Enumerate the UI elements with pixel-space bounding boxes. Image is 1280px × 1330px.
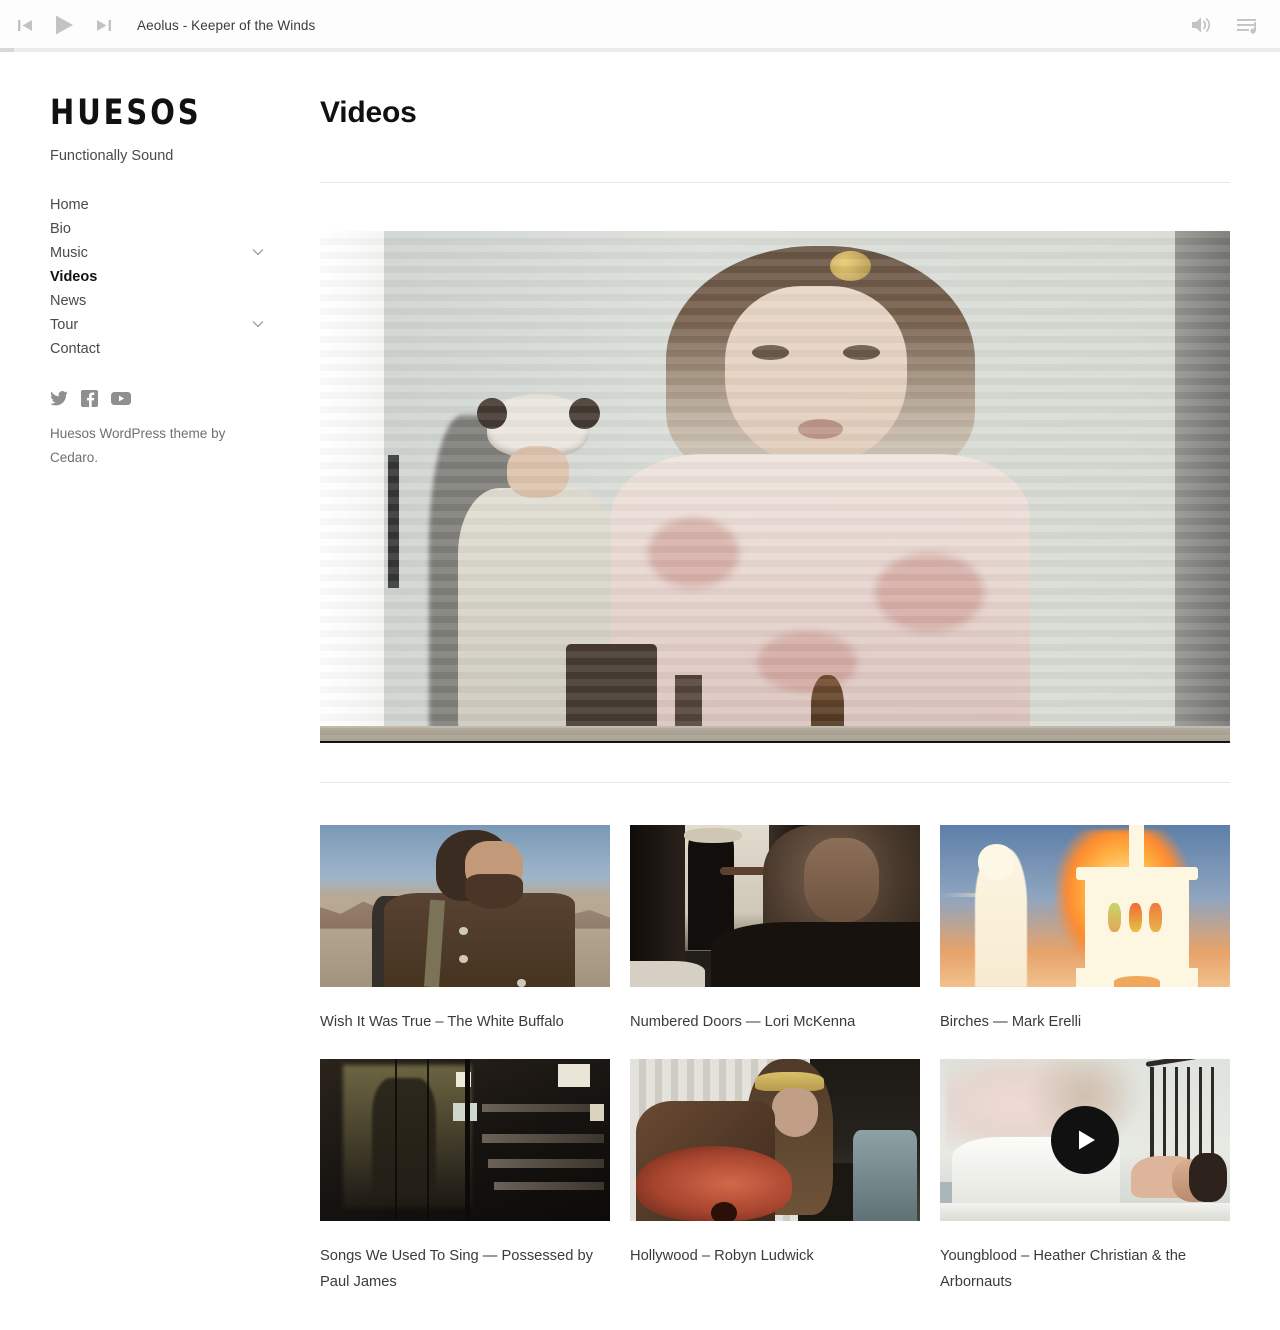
sidebar-item-tour[interactable]: Tour bbox=[50, 313, 265, 337]
chevron-down-icon[interactable] bbox=[251, 317, 265, 331]
nav-label: Videos bbox=[50, 269, 98, 285]
featured-divider bbox=[320, 782, 1230, 783]
playlist-icon[interactable] bbox=[1234, 11, 1262, 39]
main-content: Videos Wish It Was True – The White Buff… bbox=[320, 96, 1230, 1295]
video-card[interactable]: Youngblood – Heather Christian & the Arb… bbox=[940, 1059, 1230, 1295]
theme-credit[interactable]: Huesos WordPress theme by Cedaro. bbox=[50, 422, 240, 470]
video-title[interactable]: Numbered Doors — Lori McKenna bbox=[630, 1009, 920, 1035]
now-playing-title: Aeolus - Keeper of the Winds bbox=[137, 17, 316, 33]
video-card[interactable]: Wish It Was True – The White Buffalo bbox=[320, 825, 610, 1035]
video-title[interactable]: Songs We Used To Sing — Possessed by Pau… bbox=[320, 1243, 610, 1295]
video-title[interactable]: Youngblood – Heather Christian & the Arb… bbox=[940, 1243, 1230, 1295]
nav-label: News bbox=[50, 293, 87, 309]
video-thumbnail[interactable] bbox=[630, 825, 920, 987]
play-overlay-icon[interactable] bbox=[1051, 1106, 1119, 1174]
social-links bbox=[50, 390, 280, 407]
nav-label: Bio bbox=[50, 221, 71, 237]
volume-icon[interactable] bbox=[1188, 11, 1216, 39]
transport-controls bbox=[11, 11, 117, 39]
site-logo[interactable]: HUESOS bbox=[50, 96, 262, 131]
page-title: Videos bbox=[320, 96, 417, 129]
video-grid: Wish It Was True – The White Buffalo Num… bbox=[320, 825, 1230, 1295]
sidebar-item-home[interactable]: Home bbox=[50, 193, 265, 217]
youtube-icon[interactable] bbox=[111, 391, 131, 406]
sidebar: HUESOS Functionally Sound Home Bio Music… bbox=[50, 96, 280, 470]
sidebar-item-videos[interactable]: Videos bbox=[50, 265, 265, 289]
video-card[interactable]: Hollywood – Robyn Ludwick bbox=[630, 1059, 920, 1295]
chevron-down-icon[interactable] bbox=[251, 245, 265, 259]
video-card[interactable]: Numbered Doors — Lori McKenna bbox=[630, 825, 920, 1035]
next-track-button[interactable] bbox=[89, 11, 117, 39]
player-right-controls bbox=[1188, 11, 1262, 39]
playback-progress-bar[interactable] bbox=[0, 48, 1280, 52]
twitter-icon[interactable] bbox=[50, 391, 68, 406]
nav-label: Contact bbox=[50, 341, 100, 357]
nav-label: Home bbox=[50, 197, 89, 213]
title-divider bbox=[320, 182, 1230, 183]
nav-label: Tour bbox=[50, 317, 79, 333]
video-thumbnail[interactable] bbox=[940, 1059, 1230, 1221]
play-button[interactable] bbox=[50, 11, 78, 39]
sidebar-item-bio[interactable]: Bio bbox=[50, 217, 265, 241]
video-thumbnail[interactable] bbox=[320, 1059, 610, 1221]
sidebar-item-music[interactable]: Music bbox=[50, 241, 265, 265]
video-title[interactable]: Wish It Was True – The White Buffalo bbox=[320, 1009, 610, 1035]
primary-navigation: Home Bio Music Videos News Tour Contact bbox=[50, 193, 265, 361]
video-thumbnail[interactable] bbox=[320, 825, 610, 987]
music-player-bar: Aeolus - Keeper of the Winds bbox=[0, 0, 1280, 51]
previous-track-button[interactable] bbox=[11, 11, 39, 39]
sidebar-item-news[interactable]: News bbox=[50, 289, 265, 313]
video-card[interactable]: Birches — Mark Erelli bbox=[940, 825, 1230, 1035]
video-title[interactable]: Birches — Mark Erelli bbox=[940, 1009, 1230, 1035]
featured-video-player[interactable] bbox=[320, 231, 1230, 743]
video-thumbnail[interactable] bbox=[940, 825, 1230, 987]
video-title[interactable]: Hollywood – Robyn Ludwick bbox=[630, 1243, 920, 1269]
featured-scanlines bbox=[320, 231, 1230, 741]
nav-label: Music bbox=[50, 245, 88, 261]
site-tagline: Functionally Sound bbox=[50, 148, 174, 164]
facebook-icon[interactable] bbox=[81, 390, 98, 407]
video-thumbnail[interactable] bbox=[630, 1059, 920, 1221]
sidebar-item-contact[interactable]: Contact bbox=[50, 337, 265, 361]
video-card[interactable]: Songs We Used To Sing — Possessed by Pau… bbox=[320, 1059, 610, 1295]
